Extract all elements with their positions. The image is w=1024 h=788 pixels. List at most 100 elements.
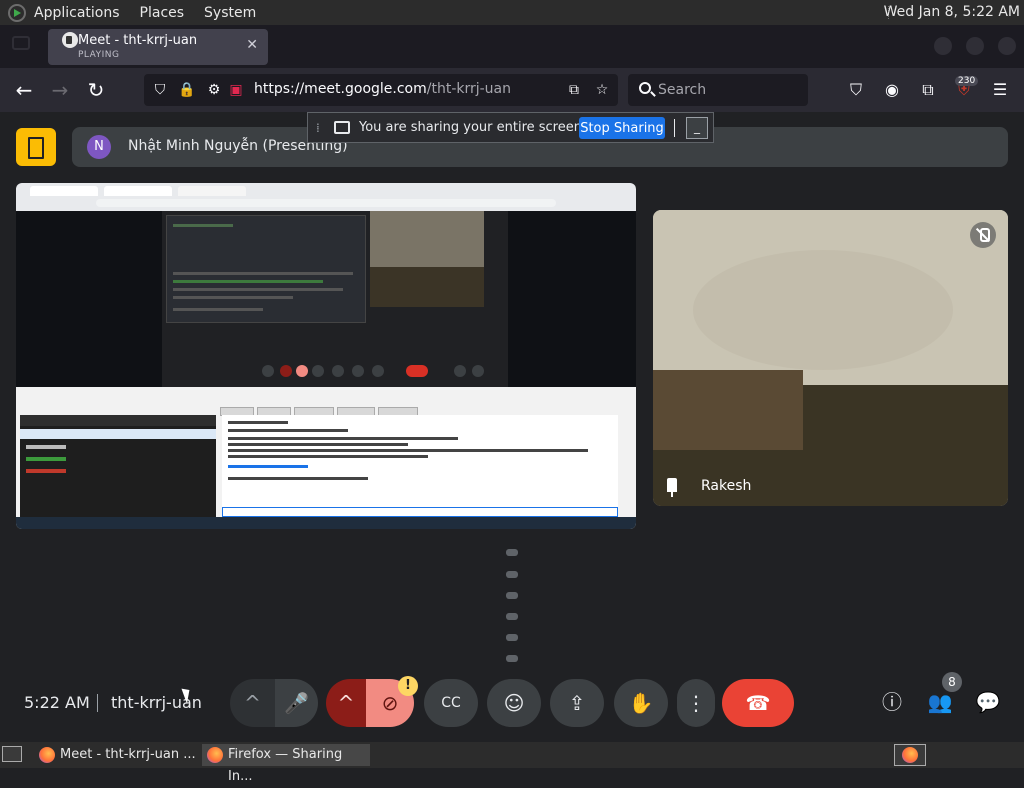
preview-url-bar bbox=[96, 199, 556, 207]
present-screen-button[interactable]: ⇪ bbox=[550, 679, 604, 727]
video-options-button[interactable]: ^ bbox=[326, 679, 366, 727]
participant-count-badge: 8 bbox=[942, 672, 962, 692]
tab-close-icon[interactable]: ✕ bbox=[246, 37, 258, 53]
shield-icon[interactable]: ⛉ bbox=[152, 82, 168, 98]
browser-nav-bar: ← → ↻ ⛉ 🔒 ⚙ ▣ https://meet.google.com/th… bbox=[0, 68, 1024, 112]
microphone-icon: 🎤 bbox=[284, 691, 309, 715]
present-screen-icon: ⇪ bbox=[568, 691, 586, 715]
captions-button[interactable]: CC bbox=[424, 679, 478, 727]
meeting-time: 5:22 AM bbox=[24, 693, 90, 712]
browser-tab-strip: Meet - tht-krrj-uan PLAYING ✕ bbox=[0, 25, 1024, 68]
extensions-icon[interactable]: ⧉ bbox=[918, 80, 938, 100]
window-close-button[interactable] bbox=[998, 37, 1016, 55]
menu-system[interactable]: System bbox=[204, 5, 256, 21]
tab-playing-label: PLAYING bbox=[78, 50, 120, 60]
account-icon[interactable]: ◉ bbox=[882, 80, 902, 100]
taskbar-item-firefox-sharing[interactable]: Firefox — Sharing In... bbox=[202, 744, 370, 784]
reload-icon[interactable]: ↻ bbox=[83, 78, 109, 104]
taskbar-item-label: Firefox — Sharing In... bbox=[228, 747, 343, 784]
meet-door-icon[interactable] bbox=[16, 128, 56, 166]
url-bar[interactable]: ⛉ 🔒 ⚙ ▣ https://meet.google.com/tht-krrj… bbox=[144, 74, 618, 106]
strip-indicator bbox=[506, 634, 518, 641]
menu-applications[interactable]: Applications bbox=[34, 5, 120, 21]
raise-hand-button[interactable]: ✋ bbox=[614, 679, 668, 727]
more-options-button[interactable]: ⋮ bbox=[677, 679, 715, 727]
menu-hamburger-icon[interactable]: ☰ bbox=[990, 80, 1010, 100]
chevron-up-icon: ^ bbox=[337, 691, 355, 715]
share-screen-icon bbox=[334, 121, 350, 134]
hang-up-icon: ☎ bbox=[745, 691, 771, 715]
audio-options-button[interactable]: ^ bbox=[230, 679, 275, 727]
show-desktop-icon[interactable] bbox=[2, 746, 22, 762]
leave-call-button[interactable]: ☎ bbox=[722, 679, 794, 727]
tab-title: Meet - tht-krrj-uan bbox=[78, 33, 198, 48]
meeting-controls-bar: 5:22 AM tht-krrj-uan ^ 🎤 ^ ⊘ CC ☺ ⇪ ✋ ⋮ … bbox=[0, 672, 1024, 734]
preview-chat-input bbox=[222, 507, 618, 517]
picture-in-picture-icon[interactable]: ⧉ bbox=[566, 82, 582, 98]
search-icon bbox=[639, 82, 651, 94]
taskbar-item-meet[interactable]: Meet - tht-krrj-uan ... bbox=[34, 744, 198, 766]
sharing-message: You are sharing your entire screen. bbox=[359, 120, 587, 135]
audio-playing-icon[interactable] bbox=[62, 32, 78, 48]
microphone-button[interactable]: 🎤 bbox=[275, 679, 318, 727]
window-maximize-button[interactable] bbox=[966, 37, 984, 55]
screen-share-banner: ⁞ You are sharing your entire screen. St… bbox=[307, 112, 714, 143]
avatar: N bbox=[87, 135, 111, 159]
strip-indicator bbox=[506, 571, 518, 578]
forward-arrow-icon[interactable]: → bbox=[47, 78, 73, 104]
banner-divider bbox=[674, 119, 675, 137]
firefox-icon bbox=[902, 747, 918, 763]
extension-badge: 230 bbox=[955, 76, 979, 86]
preview-chat bbox=[222, 415, 618, 511]
preview-tab bbox=[178, 186, 246, 196]
gnome-top-panel: Applications Places System Wed Jan 8, 5:… bbox=[0, 0, 1024, 25]
strip-indicator bbox=[506, 655, 518, 662]
pin-icon[interactable] bbox=[667, 478, 677, 497]
search-input[interactable] bbox=[658, 80, 798, 100]
drag-handle-icon[interactable]: ⁞ bbox=[316, 121, 320, 135]
window-minimize-button[interactable] bbox=[934, 37, 952, 55]
preview-controls bbox=[162, 359, 508, 383]
permissions-icon[interactable]: ⚙ bbox=[206, 82, 222, 98]
minimize-banner-button[interactable]: _ bbox=[686, 117, 708, 139]
warning-badge-icon: ! bbox=[398, 676, 418, 696]
applications-logo-icon[interactable] bbox=[8, 3, 26, 22]
emoji-icon: ☺ bbox=[503, 691, 525, 715]
preview-camera-tile bbox=[370, 211, 484, 307]
preview-presenting-area bbox=[166, 215, 366, 323]
menu-places[interactable]: Places bbox=[140, 5, 185, 21]
taskbar-item-label: Meet - tht-krrj-uan ... bbox=[60, 747, 196, 762]
stop-sharing-button[interactable]: Stop Sharing bbox=[579, 117, 665, 139]
gnome-bottom-panel: Meet - tht-krrj-uan ... Firefox — Sharin… bbox=[0, 742, 1024, 784]
preview-users-list bbox=[20, 415, 216, 525]
firefox-view-icon[interactable] bbox=[12, 36, 30, 50]
emoji-button[interactable]: ☺ bbox=[487, 679, 541, 727]
chevron-up-icon: ^ bbox=[244, 691, 261, 715]
muted-mic-icon[interactable] bbox=[970, 222, 996, 248]
lock-icon[interactable]: 🔒 bbox=[178, 82, 195, 98]
strip-indicator bbox=[506, 549, 518, 556]
firefox-icon bbox=[39, 747, 55, 763]
participant-tile[interactable]: Rakesh bbox=[653, 210, 1008, 506]
meeting-info-icon[interactable]: ⓘ bbox=[878, 688, 906, 716]
participant-name: Rakesh bbox=[701, 478, 752, 494]
search-bar[interactable] bbox=[628, 74, 808, 106]
bookmark-star-icon[interactable]: ☆ bbox=[594, 82, 610, 98]
tray-firefox-icon[interactable] bbox=[894, 744, 926, 766]
url-text[interactable]: https://meet.google.com/tht-krrj-uan bbox=[254, 81, 511, 97]
people-icon[interactable]: 👥 bbox=[926, 688, 954, 716]
chat-icon[interactable]: 💬 bbox=[974, 688, 1002, 716]
firefox-icon bbox=[207, 747, 223, 763]
screen-share-indicator-icon[interactable]: ▣ bbox=[228, 82, 244, 98]
pocket-icon[interactable]: ⛉ bbox=[846, 80, 866, 100]
back-arrow-icon[interactable]: ← bbox=[11, 78, 37, 104]
tab-meet[interactable]: Meet - tht-krrj-uan PLAYING ✕ bbox=[48, 29, 268, 65]
preview-windows-taskbar bbox=[16, 517, 636, 529]
strip-indicator bbox=[506, 613, 518, 620]
screen-share-preview[interactable] bbox=[16, 183, 636, 529]
panel-clock[interactable]: Wed Jan 8, 5:22 AM bbox=[884, 4, 1020, 20]
raise-hand-icon: ✋ bbox=[628, 691, 654, 715]
preview-action-buttons bbox=[220, 401, 430, 416]
preview-browser-chrome bbox=[16, 183, 636, 211]
more-vertical-icon: ⋮ bbox=[686, 691, 706, 715]
